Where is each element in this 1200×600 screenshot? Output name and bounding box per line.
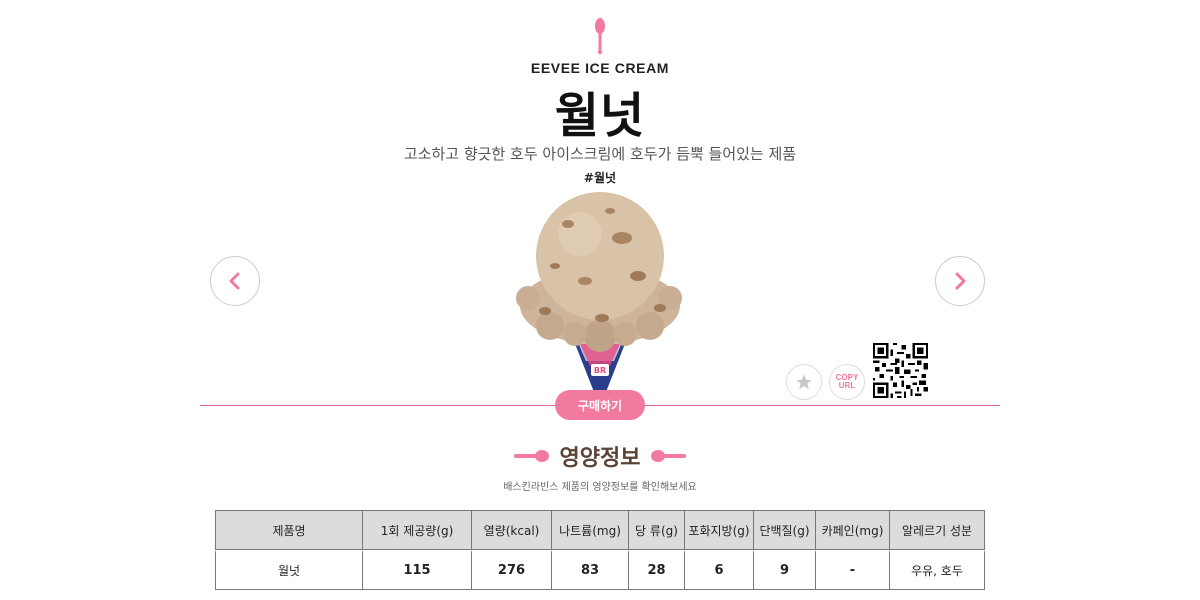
spoon-right-icon [651,450,687,462]
table-cell: 우유, 호두 [890,550,985,590]
table-cell: 월넛 [215,550,363,590]
favorite-button[interactable] [786,364,822,400]
column-header: 나트륨(mg) [552,510,629,550]
column-header: 단백질(g) [754,510,816,550]
nutrition-header-row: 제품명 1회 제공량(g) 열량(kcal) 나트륨(mg) 당 류(g) 포화… [215,510,985,550]
product-description: 고소하고 향긋한 호두 아이스크림에 호두가 듬뿍 들어있는 제품 [403,145,797,163]
column-header: 당 류(g) [629,510,685,550]
chevron-right-icon [955,272,966,290]
table-cell: 115 [363,550,472,590]
column-header: 제품명 [215,510,363,550]
product-title: 월넛 [554,88,646,144]
brand-name: EEVEE ICE CREAM [530,60,670,76]
product-hashtag[interactable]: #월넛 [0,169,1200,186]
star-icon [796,374,812,390]
nutrition-description: 배스킨라빈스 제품의 영양정보를 확인해보세요 [503,482,697,493]
qr-code-icon [873,343,928,398]
nutrition-title: 영양정보 [559,446,641,471]
table-cell: 6 [685,550,754,590]
svg-text:BR: BR [594,366,606,375]
next-product-button[interactable] [935,256,985,306]
column-header: 열량(kcal) [472,510,552,550]
product-image: BR [516,192,682,392]
nutrition-header: 영양정보 [0,440,1200,472]
column-header: 포화지방(g) [685,510,754,550]
table-cell: 276 [472,550,552,590]
column-header: 카페인(mg) [816,510,890,550]
table-cell: - [816,550,890,590]
table-row: 월넛 115 276 83 28 6 9 - 우유, 호두 [215,550,985,590]
table-cell: 83 [552,550,629,590]
chevron-left-icon [229,272,240,290]
buy-button[interactable]: 구매하기 [555,390,645,420]
spoon-logo-icon [595,18,605,55]
nutrition-table: 제품명 1회 제공량(g) 열량(kcal) 나트륨(mg) 당 류(g) 포화… [215,510,985,590]
spoon-left-icon [513,450,549,462]
copy-url-label-line2: URL [838,381,856,390]
column-header: 1회 제공량(g) [363,510,472,550]
copy-url-button[interactable]: COPY URL [829,364,865,400]
previous-product-button[interactable] [210,256,260,306]
column-header: 알레르기 성분 [890,510,985,550]
table-cell: 28 [629,550,685,590]
table-cell: 9 [754,550,816,590]
